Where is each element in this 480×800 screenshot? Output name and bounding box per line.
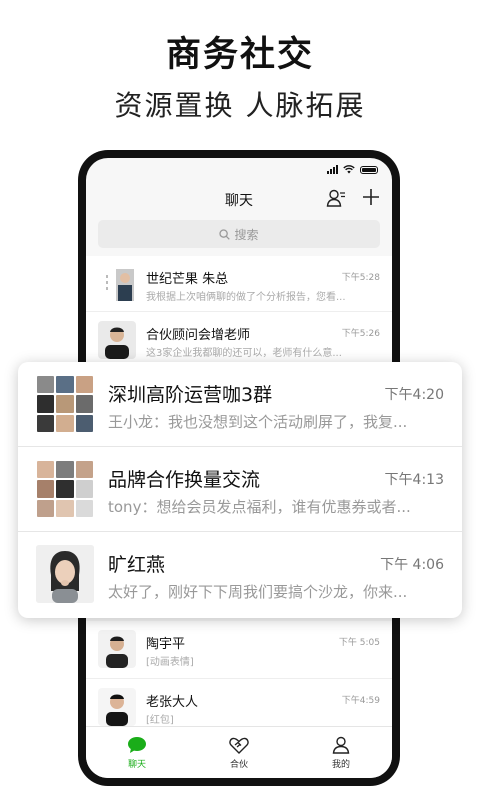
chat-message: 王小龙：我也没想到这个活动刷屏了，我复...: [108, 413, 408, 431]
chat-item-featured[interactable]: 旷红燕 下午 4:06 太好了，刚好下下周我们要搞个沙龙，你来...: [18, 532, 462, 617]
chat-time: 下午4:13: [384, 472, 444, 488]
chat-name: 品牌合作换量交流: [108, 469, 261, 491]
tab-chat[interactable]: 聊天: [86, 727, 188, 778]
tab-label: 合伙: [229, 759, 248, 770]
wifi-icon: [343, 165, 355, 174]
chat-list-top: 世纪芒果 朱总 下午5:28 我根据上次咱俩聊的做了个分析报告，您看... 合伙…: [86, 256, 392, 368]
status-bar: [86, 158, 392, 180]
nav-bar: 聊天: [86, 180, 392, 218]
avatar: [98, 321, 136, 359]
group-avatar: [36, 460, 94, 518]
subline: 资源置换 人脉拓展: [114, 89, 366, 122]
avatar: [98, 265, 136, 303]
chat-time: 下午5:28: [341, 273, 380, 283]
chat-name: 陶宇平: [146, 637, 186, 652]
chat-name: 老张大人: [146, 695, 199, 710]
chat-name: 合伙顾问会增老师: [146, 328, 251, 343]
chat-item-featured[interactable]: 深圳高阶运营咖3群 下午4:20 王小龙：我也没想到这个活动刷屏了，我复...: [18, 362, 462, 447]
chat-time: 下午 4:06: [380, 557, 444, 573]
chat-item[interactable]: 世纪芒果 朱总 下午5:28 我根据上次咱俩聊的做了个分析报告，您看...: [86, 256, 392, 312]
tab-label: 聊天: [127, 759, 146, 770]
chat-time: 下午4:59: [341, 696, 380, 706]
chat-item[interactable]: 陶宇平 下午 5:05 [动画表情]: [86, 621, 392, 679]
chat-message: 我根据上次咱俩聊的做了个分析报告，您看...: [146, 292, 346, 303]
handshake-icon: [229, 737, 249, 754]
person-icon: [332, 736, 350, 754]
headline: 商务社交: [165, 35, 314, 75]
featured-chat-card: 深圳高阶运营咖3群 下午4:20 王小龙：我也没想到这个活动刷屏了，我复... …: [18, 362, 462, 618]
search-icon: [219, 228, 231, 240]
chat-time: 下午5:26: [341, 329, 380, 339]
chat-name: 世纪芒果 朱总: [146, 272, 229, 287]
battery-icon: [360, 165, 378, 174]
avatar: [98, 630, 136, 668]
chat-message: [动画表情]: [146, 657, 194, 668]
tab-label: 我的: [331, 759, 350, 770]
chat-message: 太好了，刚好下下周我们要搞个沙龙，你来...: [108, 583, 408, 601]
chat-message: 这3家企业我都聊的还可以，老师有什么意...: [146, 348, 342, 359]
tab-partner[interactable]: 合伙: [188, 727, 290, 778]
avatar: [36, 545, 94, 603]
nav-title: 聊天: [225, 193, 253, 209]
search-placeholder: 搜索: [234, 227, 259, 242]
chat-item[interactable]: 合伙顾问会增老师 下午5:26 这3家企业我都聊的还可以，老师有什么意...: [86, 312, 392, 368]
avatar: [98, 688, 136, 726]
tab-bar: 聊天 合伙 我的: [86, 726, 392, 778]
plus-icon[interactable]: [362, 188, 380, 206]
chat-item-featured[interactable]: 品牌合作换量交流 下午4:13 tony：想给会员发点福利，谁有优惠券或者...: [18, 447, 462, 532]
contacts-icon[interactable]: [326, 188, 346, 208]
chat-name: 旷红燕: [108, 554, 166, 576]
chat-name: 深圳高阶运营咖3群: [108, 384, 273, 406]
signal-icon: [327, 165, 338, 174]
chat-time: 下午 5:05: [338, 638, 380, 648]
search-bar[interactable]: 搜索: [98, 220, 380, 248]
chat-message: tony：想给会员发点福利，谁有优惠券或者...: [108, 498, 411, 516]
chat-message: [红包]: [146, 715, 174, 726]
chat-list-bottom: 陶宇平 下午 5:05 [动画表情] 老张大人 下午4:59 [红包]: [86, 621, 392, 737]
chat-bubble-icon: [128, 736, 146, 753]
group-avatar: [36, 375, 94, 433]
tab-me[interactable]: 我的: [290, 727, 392, 778]
chat-time: 下午4:20: [384, 387, 444, 403]
